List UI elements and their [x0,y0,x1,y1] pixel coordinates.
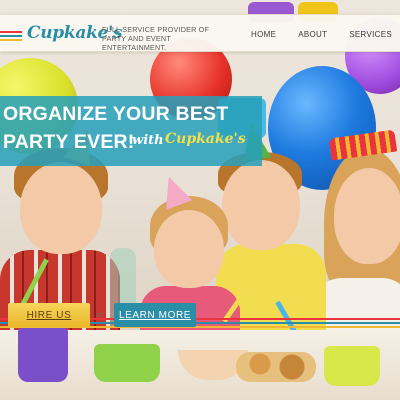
child-face [334,168,400,264]
child-face [222,160,300,250]
stripe [0,35,22,37]
cup [18,328,68,382]
hero-brand-name: Cupkake's [165,131,246,147]
learn-more-button[interactable]: LEARN MORE [114,303,196,327]
header-stripes [0,31,22,41]
party-background-image [0,0,400,400]
site-header: Cupkake's FULL SERVICE PROVIDER OF PARTY… [0,14,400,52]
main-nav: HOME ABOUT SERVICES [229,15,392,53]
hero-headline-line1: ORGANIZE YOUR BEST [3,103,229,125]
cup [324,346,380,386]
child-face [20,162,102,254]
stripe [0,39,22,41]
site-tagline: FULL SERVICE PROVIDER OF PARTY AND EVENT… [102,25,210,52]
hire-us-button[interactable]: HIRE US [8,303,90,327]
muffins [236,352,316,382]
stripe [0,31,22,33]
cup [94,344,160,382]
nav-services[interactable]: SERVICES [349,30,392,39]
or-separator: or [96,311,104,319]
hero-headline-line2: PARTY EVER! [3,131,135,153]
child-face [154,210,224,288]
hero-with-text: with [132,133,164,148]
nav-home[interactable]: HOME [251,30,276,39]
nav-about[interactable]: ABOUT [298,30,327,39]
